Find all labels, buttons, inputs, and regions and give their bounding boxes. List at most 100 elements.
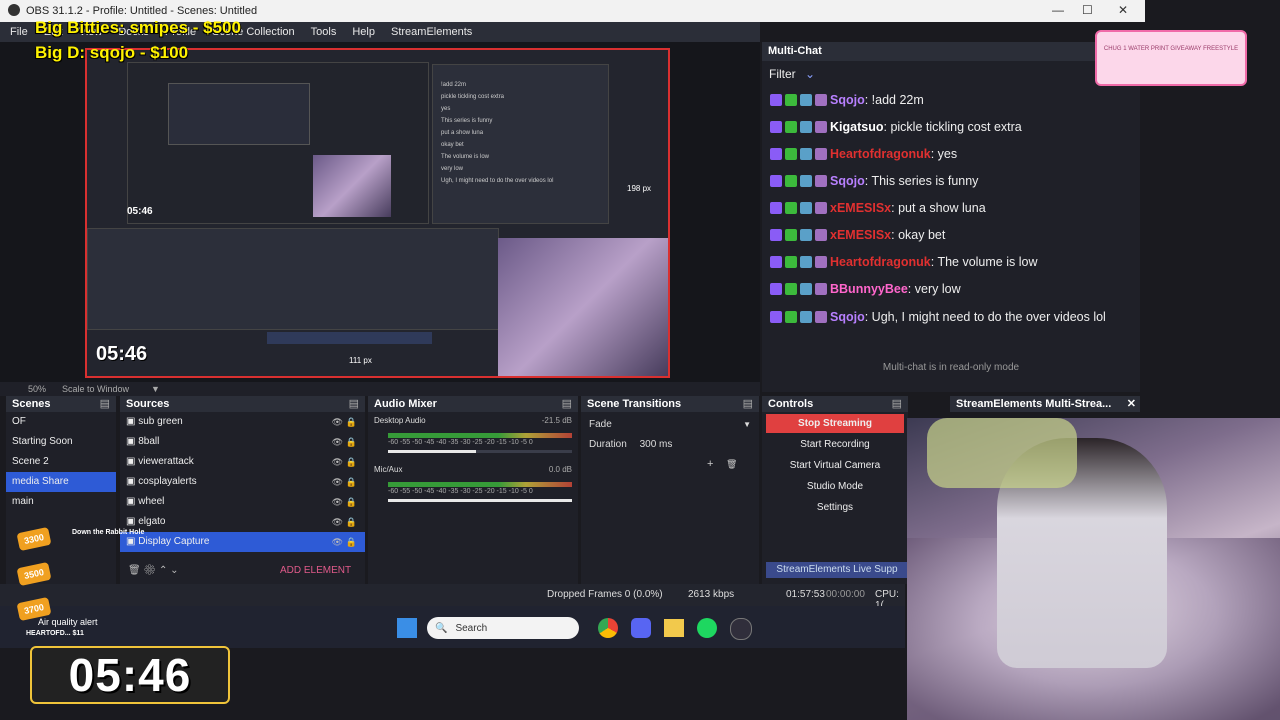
scene-item[interactable]: OF [6,412,116,432]
obs-taskbar-icon[interactable] [730,618,752,640]
menu-file[interactable]: File [10,26,28,38]
eye-icon[interactable]: 👁 [332,432,343,452]
filter-label[interactable]: Filter [769,67,796,81]
se-live-support[interactable]: StreamElements Live Supp [766,562,908,578]
chat-username[interactable]: xEMESISx [830,201,891,215]
transitions-title: Scene Transitions ▤ [581,396,759,412]
chrome-icon[interactable] [598,618,618,638]
eye-icon[interactable]: 👁 [332,512,343,532]
eye-icon[interactable]: 👁 [332,492,343,512]
chat-message: xEMESISx: okay bet [770,222,1132,249]
chevron-down-icon[interactable]: ▼ [743,416,751,434]
chat-username[interactable]: Sqojo [830,174,865,188]
windows-start-icon[interactable] [397,618,417,638]
chat-username[interactable]: BBunnyyBee [830,282,908,296]
eye-icon[interactable]: 👁 [332,412,343,432]
source-icon: ▣ [126,536,139,547]
taskbar-search[interactable]: 🔍 Search [427,617,579,639]
dock-menu-icon[interactable]: ▤ [349,396,359,412]
chevron-down-icon[interactable]: ⌄ [170,565,178,576]
chat-username[interactable]: Sqojo [830,93,865,107]
track-name: Mic/Aux [374,465,403,474]
source-label: wheel [138,496,165,507]
transition-select[interactable]: Fade ▼ [589,416,751,434]
source-icon: ▣ [126,456,139,467]
scenes-dock: Scenes ▤ OF Starting Soon Scene 2 media S… [6,396,116,584]
eye-icon[interactable]: 👁 [332,472,343,492]
source-item[interactable]: ▣ wheel 👁 🔒 [120,492,365,512]
scale-mode[interactable]: Scale to Window [62,384,129,394]
discord-icon[interactable] [631,618,651,638]
studio-mode-button[interactable]: Studio Mode [766,477,904,496]
dock-menu-icon[interactable]: ▤ [562,396,572,412]
menu-help[interactable]: Help [352,26,375,38]
eye-icon[interactable]: 👁 [332,532,343,552]
stop-streaming-button[interactable]: Stop Streaming [766,414,904,433]
chat-message: Sqojo: !add 22m [770,87,1132,114]
lock-icon[interactable]: 🔒 [346,472,357,492]
dock-menu-icon[interactable]: ▤ [743,396,753,412]
chevron-down-icon[interactable]: ▼ [151,384,160,394]
nested-chat-line: This series is funny [441,118,493,124]
chevron-up-icon[interactable]: ⌃ [159,565,167,576]
source-item-selected[interactable]: ▣ Display Capture 👁 🔒 [120,532,365,552]
start-recording-button[interactable]: Start Recording [766,435,904,454]
preview-canvas[interactable]: !add 22m pickle tickling cost extra yes … [85,48,670,378]
maximize-button[interactable]: ☐ [1082,3,1093,17]
duration-input[interactable]: 300 ms [640,439,673,450]
chat-text: put a show luna [898,201,986,215]
close-button[interactable]: ✕ [1118,3,1128,17]
minimize-button[interactable]: — [1052,3,1064,17]
nested-chat-line: yes [441,106,451,112]
chat-text: yes [937,147,958,161]
lock-icon[interactable]: 🔒 [346,432,357,452]
close-icon[interactable]: ✕ [1127,396,1136,412]
chat-username[interactable]: Heartofdragonuk [830,147,931,161]
trash-icon[interactable]: 🗑 [726,459,737,470]
source-item[interactable]: ▣ 8ball 👁 🔒 [120,432,365,452]
trash-icon[interactable]: 🗑 [128,565,141,576]
lock-icon[interactable]: 🔒 [346,492,357,512]
source-item[interactable]: ▣ viewerattack 👁 🔒 [120,452,365,472]
chevron-down-icon[interactable]: ⌄ [805,67,815,81]
spotify-icon[interactable] [697,618,717,638]
scene-item[interactable]: main [6,492,116,512]
nested-chat-line: okay bet [441,142,464,148]
chat-list: Sqojo: !add 22m Kigatsuo: pickle tickling… [762,87,1140,327]
lock-icon[interactable]: 🔒 [346,532,357,552]
nested-chat-line: !add 22m [441,82,467,88]
dock-menu-icon[interactable]: ▤ [100,396,110,412]
chat-text: Ugh, I might need to do the over videos … [871,310,1106,324]
source-item[interactable]: ▣ sub green 👁 🔒 [120,412,365,432]
settings-button[interactable]: Settings [766,498,904,517]
scene-item[interactable]: Starting Soon [6,432,116,452]
add-element-button[interactable]: ADD ELEMENT [280,565,351,576]
chat-username[interactable]: xEMESISx [830,228,891,242]
chat-username[interactable]: Heartofdragonuk [830,255,931,269]
chat-username[interactable]: Kigatsuo [830,120,883,134]
plus-icon[interactable]: + [707,458,713,470]
folder-icon[interactable] [664,619,684,637]
source-label: Display Capture [138,536,210,547]
source-item[interactable]: ▣ elgato 👁 🔒 [120,512,365,532]
chat-username[interactable]: Sqojo [830,310,865,324]
source-item[interactable]: ▣ cosplayalerts 👁 🔒 [120,472,365,492]
obs-logo-icon [8,4,20,16]
eye-icon[interactable]: 👁 [332,452,343,472]
menu-streamelements[interactable]: StreamElements [391,26,472,38]
scene-item-selected[interactable]: media Share [6,472,116,492]
lock-icon[interactable]: 🔒 [346,512,357,532]
lock-icon[interactable]: 🔒 [346,452,357,472]
lock-icon[interactable]: 🔒 [346,412,357,432]
menu-tools[interactable]: Tools [311,26,337,38]
search-icon: 🔍 [435,622,448,634]
filter-row[interactable]: Filter ⌄ [762,61,1140,87]
gear-icon[interactable]: ⚙ [143,565,156,576]
volume-slider[interactable] [388,499,572,502]
zoom-level[interactable]: 50% [28,384,46,394]
scene-item[interactable]: Scene 2 [6,452,116,472]
sources-title-text: Sources [126,398,170,410]
gift-overlay: CHUG 1 WATER PRINT GIVEAWAY FREESTYLE [1095,30,1247,86]
start-virtual-camera-button[interactable]: Start Virtual Camera [766,456,904,475]
dock-menu-icon[interactable]: ▤ [892,396,902,412]
